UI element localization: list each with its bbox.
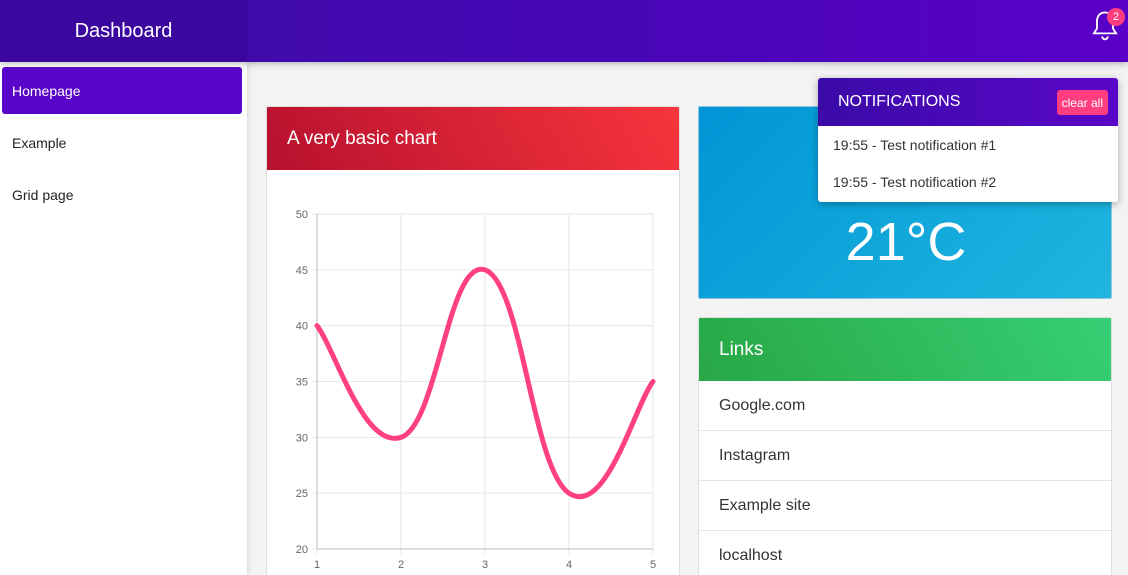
link-instagram[interactable]: Instagram <box>699 431 1111 481</box>
x-tick-label: 1 <box>314 559 320 571</box>
line-chart: 202530354045501 2 3 4 5 <box>296 209 656 571</box>
link-google[interactable]: Google.com <box>699 381 1111 431</box>
sidebar-item-grid-page[interactable]: Grid page <box>2 171 242 218</box>
clear-all-button[interactable]: clear all <box>1056 90 1108 115</box>
brand-title[interactable]: Dashboard <box>0 0 247 62</box>
y-tick-label: 35 <box>296 377 308 389</box>
sidebar-item-example[interactable]: Example <box>2 119 242 166</box>
chart-card-title: A very basic chart <box>267 107 679 170</box>
x-tick-label: 2 <box>398 559 404 571</box>
notification-item[interactable]: 19:55 - Test notification #1 <box>818 126 1118 163</box>
links-card: Links Google.com Instagram Example site … <box>698 317 1112 575</box>
y-tick-label: 25 <box>296 488 308 500</box>
x-tick-label: 3 <box>482 559 488 571</box>
x-tick-label: 4 <box>566 559 572 571</box>
y-tick-label: 50 <box>296 209 308 221</box>
y-tick-label: 45 <box>296 265 308 277</box>
top-bar: Dashboard 2 <box>0 0 1128 62</box>
temperature-value: 21°C <box>845 212 967 272</box>
notification-item[interactable]: 19:55 - Test notification #2 <box>818 163 1118 200</box>
x-tick-label: 5 <box>650 559 656 571</box>
notifications-panel: NOTIFICATIONS clear all 19:55 - Test not… <box>818 78 1118 202</box>
notification-count-badge[interactable]: 2 <box>1107 8 1125 26</box>
sidebar: Homepage Example Grid page <box>0 62 247 575</box>
y-tick-label: 20 <box>296 544 308 556</box>
chart-card: A very basic chart 20 25 30 35 40 45 50 1 2 3 4 5 <box>266 106 680 575</box>
y-tick-label: 30 <box>296 432 308 444</box>
y-tick-label: 40 <box>296 321 308 333</box>
link-example-site[interactable]: Example site <box>699 481 1111 531</box>
links-card-title: Links <box>699 318 1111 381</box>
sidebar-item-homepage[interactable]: Homepage <box>2 67 242 114</box>
notifications-title: NOTIFICATIONS <box>838 93 961 110</box>
link-localhost[interactable]: localhost <box>699 531 1111 575</box>
notifications-header: NOTIFICATIONS clear all <box>818 78 1118 126</box>
